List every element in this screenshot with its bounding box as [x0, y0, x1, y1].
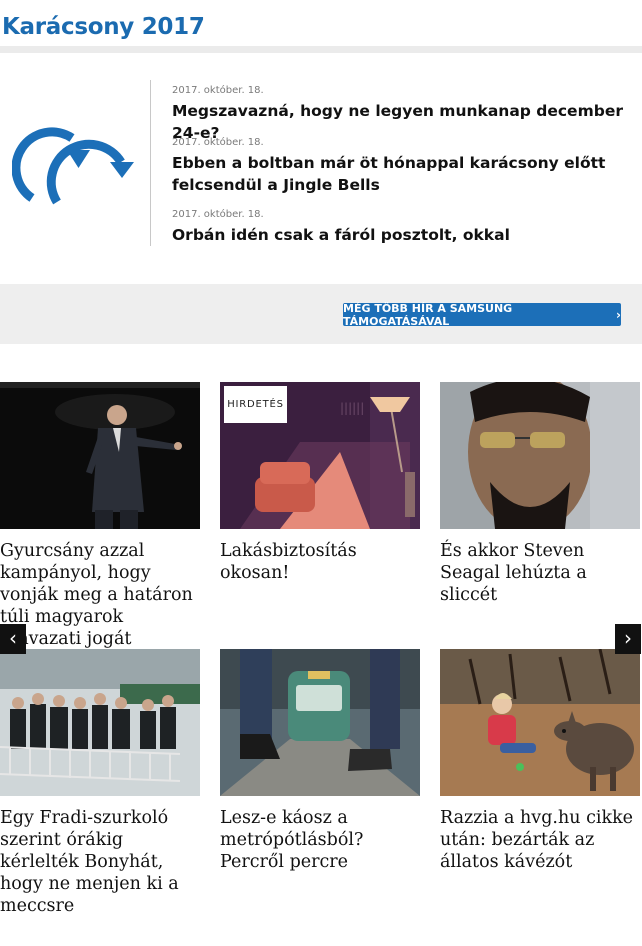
carousel-prev-button[interactable]: ‹ [0, 624, 26, 654]
news-item: 2017. október. 18. Megszavazná, hogy ne … [172, 85, 632, 144]
title-divider [0, 46, 642, 53]
svg-text:||||||: |||||| [340, 401, 364, 415]
ad-image-living-room: |||||| HIRDETÉS [220, 382, 420, 529]
article-title: Razzia a hvg.hu cikke után: bezárták az … [440, 808, 634, 872]
article-title: Gyurcsány azzal kampányol, hogy vonják m… [0, 541, 193, 649]
page-title: Karácsony 2017 [2, 14, 205, 40]
article-card[interactable]: Egy Fradi-szurkoló szerint órákig kérlel… [0, 649, 200, 917]
article-title: És akkor Steven Seagal lehúzta a sliccét [440, 541, 587, 605]
article-image-portrait [440, 382, 640, 529]
article-card[interactable]: Razzia a hvg.hu cikke után: bezárták az … [440, 649, 640, 873]
more-news-button[interactable]: MÉG TÖBB HÍR A SAMSUNG TÁMOGATÁSÁVAL › [343, 301, 621, 328]
chevron-right-icon: › [616, 307, 621, 322]
article-image-child-and-wallaby [440, 649, 640, 796]
refresh-arrows-icon [11, 120, 138, 210]
news-item: 2017. október. 18. Ebben a boltban már ö… [172, 137, 632, 196]
carousel-next-button[interactable]: › [615, 624, 641, 654]
ad-badge: HIRDETÉS [224, 386, 287, 423]
article-title: Egy Fradi-szurkoló szerint órákig kérlel… [0, 808, 179, 916]
news-date: 2017. október. 18. [172, 209, 264, 220]
article-card[interactable]: És akkor Steven Seagal lehúzta a sliccét [440, 382, 640, 606]
article-image-fans-crowd [0, 649, 200, 796]
ad-card[interactable]: |||||| HIRDETÉS Lakásbiztosítás okosan! [220, 382, 420, 584]
article-image-metro-train [220, 649, 420, 796]
news-item: 2017. október. 18. Orbán idén csak a fár… [172, 209, 632, 246]
news-headline-link[interactable]: Orbán idén csak a fáról posztolt, okkal [172, 224, 632, 246]
news-date: 2017. október. 18. [172, 85, 264, 96]
article-card[interactable]: Gyurcsány azzal kampányol, hogy vonják m… [0, 382, 200, 650]
article-image-speaker-on-stage [0, 382, 200, 529]
news-headline-link[interactable]: Ebben a boltban már öt hónappal karácson… [172, 152, 632, 196]
article-card[interactable]: Lesz-e káosz a metrópótlásból? Percről p… [220, 649, 420, 873]
more-news-label: MÉG TÖBB HÍR A SAMSUNG TÁMOGATÁSÁVAL [343, 301, 513, 328]
news-date: 2017. október. 18. [172, 137, 264, 148]
article-title: Lakásbiztosítás okosan! [220, 541, 357, 583]
article-title: Lesz-e káosz a metrópótlásból? Percről p… [220, 808, 364, 872]
news-divider [150, 80, 151, 246]
